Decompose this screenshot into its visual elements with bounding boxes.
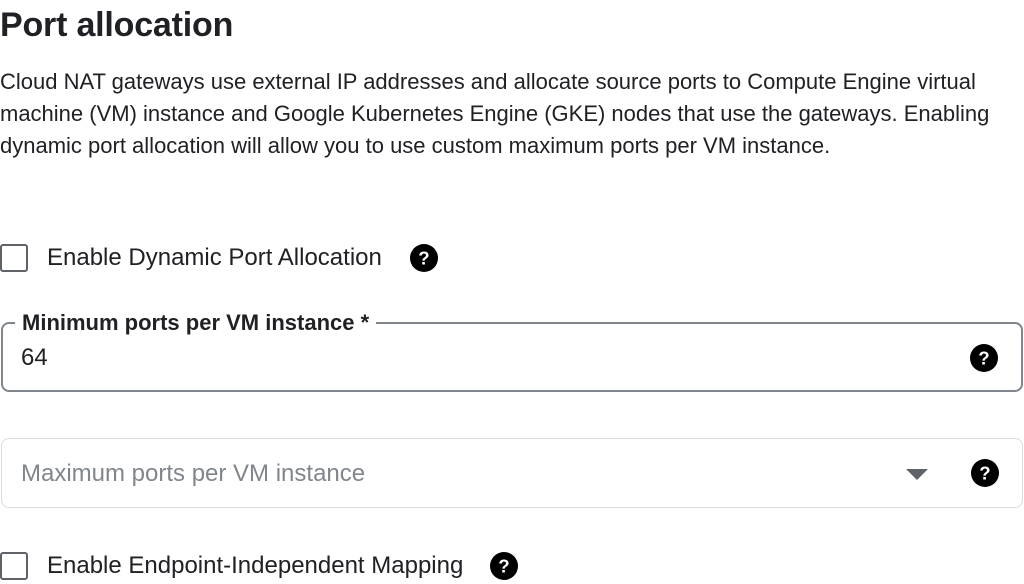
min-ports-field[interactable]: Minimum ports per VM instance * 64 ?	[1, 310, 1023, 392]
help-circle-icon[interactable]: ?	[409, 244, 438, 272]
svg-text:?: ?	[418, 247, 429, 268]
arrow-drop-down-icon[interactable]	[906, 469, 928, 480]
svg-text:?: ?	[979, 462, 990, 483]
section-title: Port allocation	[0, 6, 234, 44]
max-ports-select[interactable]: Maximum ports per VM instance ?	[1, 438, 1023, 508]
dynamic-port-allocation-row: Enable Dynamic Port Allocation ?	[0, 241, 438, 275]
dynamic-port-allocation-label[interactable]: Enable Dynamic Port Allocation	[47, 242, 382, 274]
section-description: Cloud NAT gateways use external IP addre…	[0, 69, 990, 158]
endpoint-independent-mapping-checkbox[interactable]	[0, 552, 28, 580]
help-circle-icon[interactable]: ?	[971, 459, 999, 487]
endpoint-independent-mapping-label[interactable]: Enable Endpoint-Independent Mapping	[47, 550, 463, 582]
min-ports-input[interactable]: 64	[21, 342, 48, 374]
svg-text:?: ?	[978, 347, 989, 368]
min-ports-label: Minimum ports per VM instance *	[15, 310, 377, 336]
help-circle-icon[interactable]: ?	[970, 344, 998, 372]
dynamic-port-allocation-checkbox[interactable]	[0, 244, 28, 272]
endpoint-independent-mapping-row: Enable Endpoint-Independent Mapping ?	[0, 549, 519, 583]
svg-text:?: ?	[499, 555, 510, 576]
help-circle-icon[interactable]: ?	[490, 552, 519, 580]
max-ports-placeholder: Maximum ports per VM instance	[21, 460, 366, 487]
